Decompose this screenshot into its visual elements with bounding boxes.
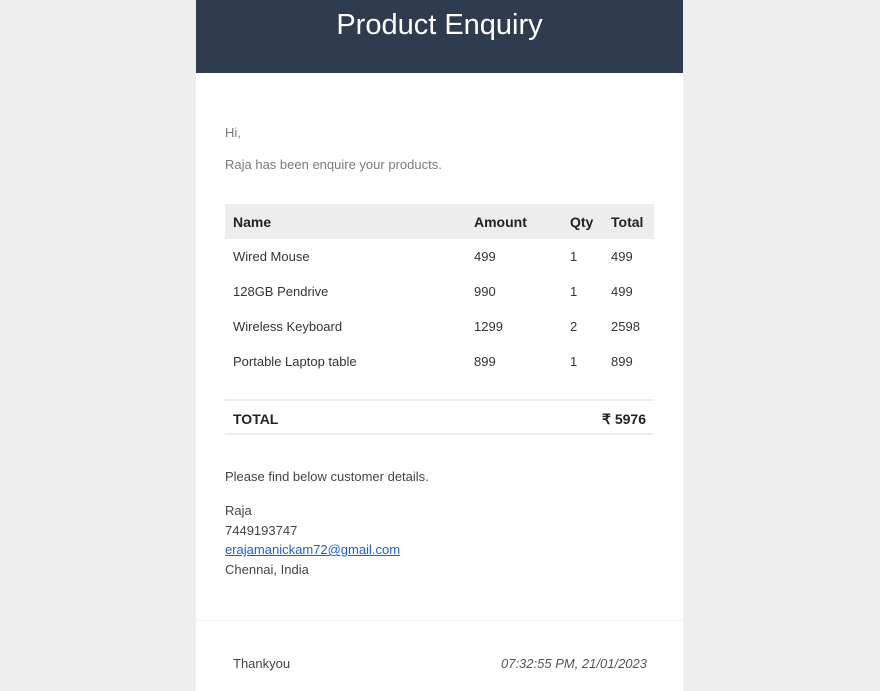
header-qty: Qty (562, 204, 603, 239)
email-footer: Thankyou 07:32:55 PM, 21/01/2023 (196, 620, 683, 691)
footer-thankyou: Thankyou (233, 656, 291, 671)
cell-amount: 499 (474, 249, 496, 264)
customer-intro-text: Please find below customer details. (225, 469, 429, 484)
table-row: Portable Laptop table 899 1 899 (225, 344, 654, 379)
email-card: Product Enquiry Hi, Raja has been enquir… (196, 0, 683, 691)
total-label: TOTAL (233, 411, 279, 427)
total-value: ₹ 5976 (602, 411, 646, 427)
table-header-row: Name Amount Qty Total (225, 204, 654, 239)
greeting-text: Hi, (225, 125, 241, 140)
cell-total: 499 (611, 249, 633, 264)
customer-location: Chennai, India (225, 561, 309, 577)
header-amount: Amount (466, 204, 562, 239)
products-table: Name Amount Qty Total Wired Mouse 499 1 … (225, 204, 654, 379)
cell-amount: 1299 (474, 319, 503, 334)
email-header: Product Enquiry (196, 0, 683, 73)
cell-total: 899 (611, 354, 633, 369)
cell-qty: 1 (570, 284, 578, 299)
customer-name: Raja (225, 503, 252, 518)
intro-text: Raja has been enquire your products. (225, 157, 442, 172)
cell-qty: 1 (570, 354, 578, 369)
grand-total-row: TOTAL ₹ 5976 (225, 399, 654, 435)
table-row: Wireless Keyboard 1299 2 2598 (225, 309, 654, 344)
header-total: Total (603, 204, 654, 239)
cell-name: Portable Laptop table (233, 354, 357, 369)
cell-amount: 899 (474, 354, 496, 369)
cell-qty: 2 (570, 319, 578, 334)
cell-amount: 990 (474, 284, 496, 299)
cell-total: 499 (611, 284, 633, 299)
customer-details: Raja 7449193747 erajamanickam72@gmail.co… (225, 501, 400, 579)
footer-timestamp: 07:32:55 PM, 21/01/2023 (500, 656, 647, 671)
cell-total: 2598 (611, 319, 640, 334)
table-row: 128GB Pendrive 990 1 499 (225, 274, 654, 309)
header-name: Name (225, 204, 466, 239)
cell-qty: 1 (570, 249, 578, 264)
customer-email-link[interactable]: erajamanickam72@gmail.com (225, 542, 400, 557)
cell-name: Wireless Keyboard (233, 319, 343, 334)
cell-name: 128GB Pendrive (233, 284, 329, 299)
customer-phone: 7449193747 (225, 522, 298, 538)
table-row: Wired Mouse 499 1 499 (225, 239, 654, 274)
cell-name: Wired Mouse (233, 249, 310, 264)
page-title: Product Enquiry (336, 9, 543, 41)
